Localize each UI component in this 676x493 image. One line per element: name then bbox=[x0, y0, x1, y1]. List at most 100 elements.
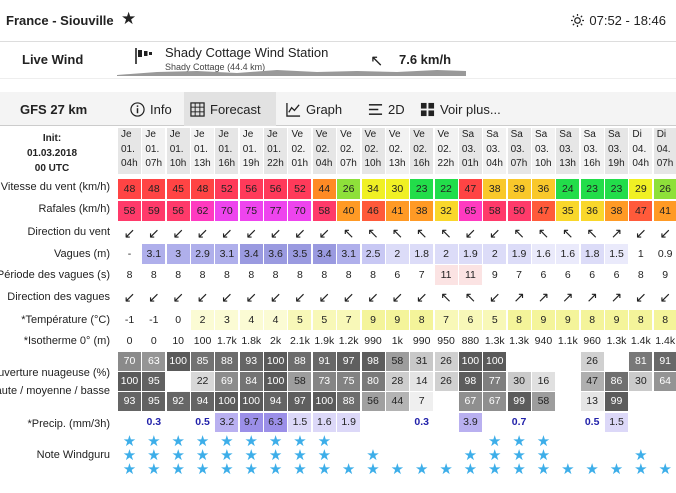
tab-info-label: Info bbox=[150, 101, 172, 117]
precip-cell bbox=[483, 413, 506, 432]
column-header: Sa 03. 19h bbox=[605, 128, 628, 174]
wind-speed-cell: 30 bbox=[385, 179, 409, 199]
isotherm-cell: 1.3k bbox=[509, 335, 530, 347]
wind-direction-arrow-icon: ↙ bbox=[488, 225, 501, 241]
isotherm-cell: 1.4k bbox=[630, 335, 651, 347]
wave-height-cell: 3.1 bbox=[337, 244, 361, 264]
cloud-low-cell: 44 bbox=[385, 392, 409, 411]
windguru-rating-stars: ★ ★ ★ bbox=[293, 433, 307, 478]
label-wind-speed: Vitesse du vent (km/h) bbox=[0, 181, 110, 193]
isotherm-cell: 1.4k bbox=[655, 335, 676, 347]
wave-height-cell: 2.5 bbox=[361, 244, 385, 264]
header-dt: 03. bbox=[486, 143, 501, 155]
header-h: 22h bbox=[267, 158, 284, 170]
isotherm-cell: 950 bbox=[437, 335, 455, 347]
temperature-cell: 8 bbox=[629, 310, 653, 330]
temperature-cell: 8 bbox=[653, 310, 676, 330]
header-h: 13h bbox=[388, 158, 406, 170]
header-h: 22h bbox=[437, 158, 455, 170]
cloud-high-cell: 100 bbox=[483, 352, 507, 371]
cloud-high-cell: 58 bbox=[385, 352, 409, 371]
precip-cell: 1.9 bbox=[337, 413, 361, 432]
cloud-high-cell: 88 bbox=[215, 352, 239, 371]
sun-times: 07:52 - 18:46 bbox=[571, 13, 666, 28]
wave-period-cell: 6 bbox=[540, 269, 547, 281]
tab-more[interactable]: Voir plus... bbox=[414, 92, 507, 126]
favorite-star-icon[interactable]: ★ bbox=[121, 10, 136, 27]
isotherm-cell: 0 bbox=[126, 335, 133, 347]
wind-direction-arrow-icon: ↖ bbox=[391, 225, 404, 241]
isotherm-cell: 1.3k bbox=[606, 335, 627, 347]
wind-direction-arrow-icon: ↖ bbox=[561, 225, 574, 241]
header-dt: 01. bbox=[218, 143, 233, 155]
wind-direction-arrow-icon: ↙ bbox=[269, 225, 282, 241]
wave-height-cell: - bbox=[127, 248, 132, 260]
cloud-low-cell: 58 bbox=[531, 392, 555, 411]
wave-height-cell: 1.6 bbox=[556, 244, 580, 264]
label-temperature: *Température (°C) bbox=[21, 314, 110, 326]
precip-cell bbox=[118, 413, 141, 432]
wave-direction-arrow-icon: ↙ bbox=[415, 289, 428, 305]
cloud-low-cell bbox=[654, 392, 676, 411]
apps-grid-icon bbox=[420, 102, 435, 116]
temperature-cell: -1 bbox=[124, 314, 135, 326]
wind-speed-cell: 26 bbox=[653, 179, 676, 199]
temperature-cell: 9 bbox=[556, 310, 580, 330]
wind-direction-arrow-icon: ↙ bbox=[464, 225, 477, 241]
wave-direction-arrow-icon: ↗ bbox=[513, 289, 525, 305]
cloud-high-cell: 81 bbox=[629, 352, 653, 371]
tab-info[interactable]: Info bbox=[124, 92, 178, 126]
header-dt: 01. bbox=[194, 143, 208, 155]
gust-cell: 56 bbox=[166, 201, 190, 221]
cloud-mid-cell: 100 bbox=[118, 372, 141, 391]
label-wave-period: Période des vagues (s) bbox=[0, 269, 110, 281]
wave-height-cell: 2 bbox=[385, 244, 409, 264]
windguru-rating-stars: ★ ★ bbox=[366, 447, 380, 478]
precip-cell bbox=[629, 413, 652, 432]
gust-cell: 58 bbox=[483, 201, 507, 221]
isotherm-cell: 880 bbox=[461, 335, 480, 347]
wave-period-cell: 6 bbox=[394, 269, 401, 281]
column-header: Ve 02. 10h bbox=[361, 128, 385, 174]
live-station-box[interactable]: Shady Cottage Wind Station Shady Cottage… bbox=[117, 42, 466, 76]
wind-speed-cell: 52 bbox=[288, 179, 312, 199]
header-dt: 02. bbox=[388, 143, 403, 155]
column-header: Ve 02. 04h bbox=[312, 128, 336, 174]
gust-cell: 32 bbox=[434, 201, 458, 221]
wave-height-cell: 3.4 bbox=[312, 244, 336, 264]
wave-direction-arrow-icon: ↙ bbox=[245, 289, 258, 305]
column-header: Ve 02. 16h bbox=[410, 128, 434, 174]
tab-2d[interactable]: 2D bbox=[362, 92, 411, 126]
cloud-low-cell: 100 bbox=[215, 392, 239, 411]
windguru-rating-stars: ★ ★ bbox=[634, 447, 648, 478]
header-h: 04h bbox=[121, 158, 138, 170]
precip-cell: 1.5 bbox=[288, 413, 312, 432]
header-d: Di bbox=[632, 129, 642, 140]
header-dt: 02. bbox=[315, 143, 330, 155]
isotherm-cell: 940 bbox=[534, 335, 553, 347]
precip-cell bbox=[167, 413, 190, 432]
column-header: Sa 03. 07h bbox=[507, 128, 531, 174]
precip-cell: 0.3 bbox=[146, 416, 162, 428]
cloud-high-cell bbox=[508, 352, 531, 371]
label-wind-direction: Direction du vent bbox=[27, 226, 110, 238]
cloud-low-cell bbox=[556, 392, 579, 411]
cloud-mid-cell: 30 bbox=[629, 372, 653, 391]
cloud-low-cell: 93 bbox=[118, 392, 141, 411]
header-dt: 01. bbox=[242, 143, 257, 155]
wind-direction-arrow-icon: ↙ bbox=[147, 225, 160, 241]
station-name: Shady Cottage Wind Station bbox=[165, 45, 329, 60]
precip-cell: 6.3 bbox=[264, 413, 288, 432]
cloud-high-cell: 26 bbox=[580, 352, 604, 371]
tab-forecast[interactable]: Forecast bbox=[184, 92, 276, 126]
header-dt: 03. bbox=[559, 143, 574, 155]
precip-cell bbox=[362, 413, 385, 432]
tab-graph[interactable]: Graph bbox=[280, 92, 348, 126]
wave-period-cell: 8 bbox=[637, 269, 644, 281]
header-dt: 04. bbox=[632, 143, 647, 155]
wave-period-cell: 8 bbox=[223, 269, 230, 281]
cloud-high-cell bbox=[605, 352, 628, 371]
column-header: Sa 03. 10h bbox=[531, 128, 555, 174]
isotherm-cell: 1.3k bbox=[484, 335, 505, 347]
header-h: 07h bbox=[340, 158, 357, 170]
